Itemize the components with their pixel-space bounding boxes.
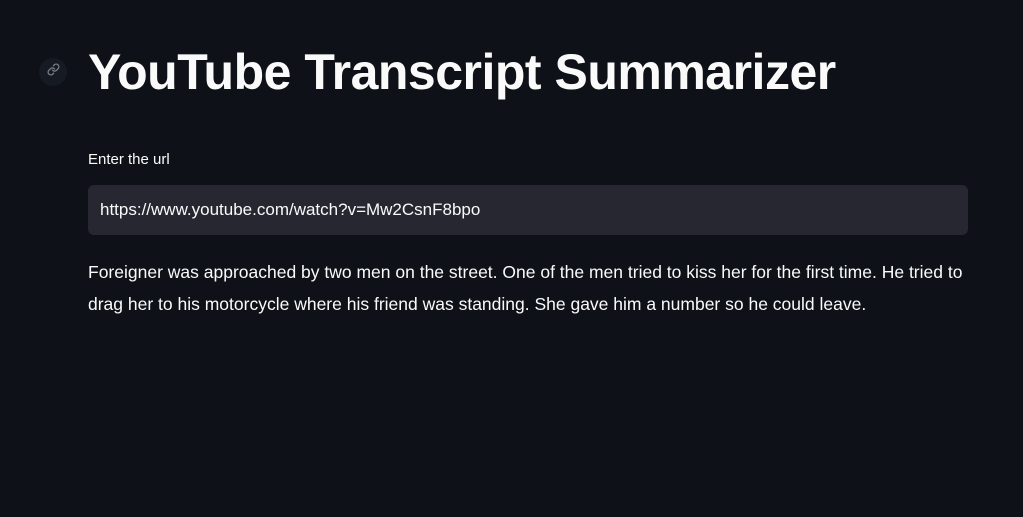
summary-text: Foreigner was approached by two men on t…	[88, 262, 963, 314]
title-anchor-link[interactable]	[39, 58, 67, 86]
url-input-label: Enter the url	[88, 151, 170, 168]
url-input[interactable]	[88, 185, 968, 235]
page-title: YouTube Transcript Summarizer	[88, 44, 836, 100]
link-icon	[46, 63, 60, 81]
